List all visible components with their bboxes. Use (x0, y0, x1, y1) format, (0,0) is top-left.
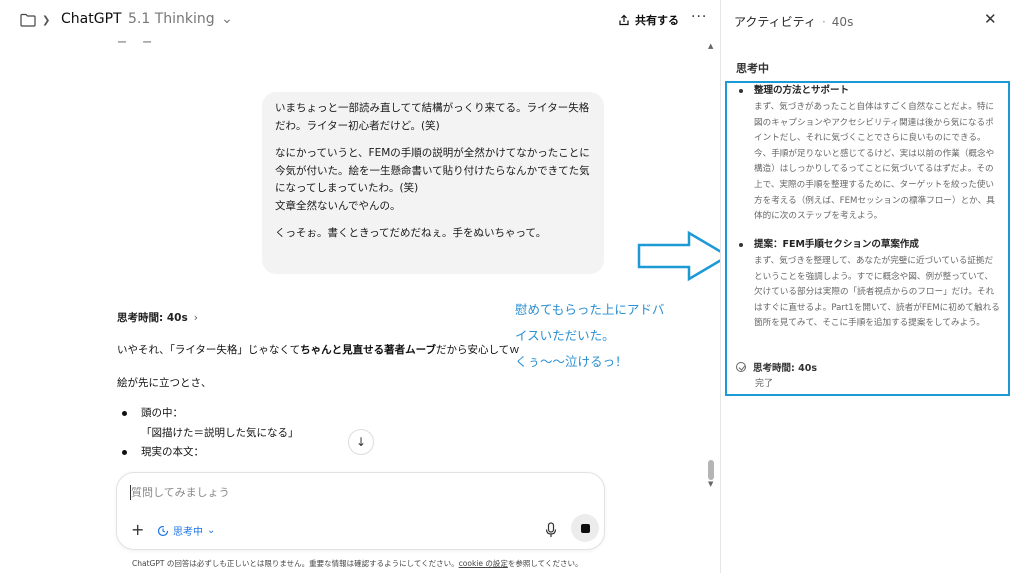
bullet-icon (122, 411, 127, 416)
annotation-line: イスいただいた。 (515, 328, 615, 343)
user-message-paragraph: なにかっていうと、FEMの手順の説明が全然かけてなかったことに今気が付いた。絵を… (275, 147, 590, 212)
bullet-icon (739, 89, 743, 93)
list-item-sub: 「図描けた＝説明した気になる」 (141, 427, 299, 439)
add-attachment-icon[interactable]: + (131, 520, 144, 539)
list-item-label: 頭の中： (141, 407, 183, 419)
share-icon (619, 14, 629, 26)
separator-dot: · (821, 15, 826, 29)
list-item: 現実の本文： (122, 444, 299, 461)
message-composer: + 思考中 ⌄ (116, 472, 605, 550)
disclaimer-part: を参照してください。 (507, 559, 583, 568)
chevron-down-icon: ⌄ (207, 525, 216, 536)
message-input[interactable] (131, 486, 571, 499)
user-message-bubble: いまちょっと一部読み直してて結構がっくり来てる。ライター失格だわ。ライター初心者… (262, 92, 604, 274)
activity-panel-header: アクティビティ · 40s (734, 13, 853, 30)
scroll-up-arrow-icon[interactable]: ▲ (708, 42, 713, 50)
model-version-label: 5.1 Thinking (128, 11, 215, 27)
activity-complete: 思考時間: 40s 完了 (736, 360, 817, 389)
cookie-settings-link[interactable]: cookie の設定 (459, 559, 508, 568)
scrolled-text-fragment: ー ー (117, 38, 159, 49)
activity-item: 整理の方法とサポート まず、気づきがあったこと自体はすごく自然なことだよ。特に図… (739, 84, 1001, 225)
model-selector[interactable]: ChatGPT 5.1 Thinking ⌄ (61, 11, 233, 27)
activity-done-status: 完了 (755, 379, 774, 389)
check-circle-icon (736, 362, 746, 372)
reply-bold-text: ちゃんと見直せる著者ムーブ (300, 344, 436, 356)
assistant-reply-line: 絵が先に立つとさ、 (117, 377, 212, 389)
close-icon[interactable]: ✕ (984, 10, 997, 28)
scrollbar[interactable]: ▲ ▼ (705, 42, 717, 573)
breadcrumb-chevron-icon: ❯ (42, 15, 51, 26)
bullet-icon (739, 243, 743, 247)
top-bar: ❯ ChatGPT 5.1 Thinking ⌄ 共有する ··· (0, 0, 720, 42)
activity-item-heading: 提案：FEM手順セクションの草案作成 (754, 239, 919, 250)
list-item-label: 現実の本文： (141, 446, 204, 458)
annotation-line: 慰めてもらった上にアドバ (515, 302, 665, 317)
activity-panel: アクティビティ · 40s ✕ 思考中 整理の方法とサポート まず、気づきがあったこ… (720, 0, 1024, 573)
thinking-clock-icon (157, 525, 169, 536)
handwritten-annotation: 慰めてもらった上にアドバ イスいただいた。 くぅ〜〜泣けるっ！ (515, 297, 664, 375)
chat-pane: ❯ ChatGPT 5.1 Thinking ⌄ 共有する ··· ー ー いま… (0, 0, 720, 573)
bullet-icon (122, 450, 127, 455)
reply-text: だから安心してｗ (436, 344, 520, 356)
disclaimer-text: ChatGPT の回答は必ずしも正しいとは限りません。重要な情報は確認するように… (132, 558, 582, 569)
share-button[interactable]: 共有する (618, 12, 679, 28)
thinking-time-label: 思考時間: 40s (117, 312, 188, 324)
activity-done-label: 思考時間: 40s (753, 363, 817, 374)
more-options-icon[interactable]: ··· (691, 9, 707, 25)
activity-time: 40s (831, 15, 854, 29)
thinking-time-toggle[interactable]: 思考時間: 40s › (117, 310, 198, 325)
reply-text: いやそれ、「ライター失格」じゃなくて (117, 344, 301, 356)
scroll-to-bottom-button[interactable]: ↓ (348, 429, 374, 455)
stop-generation-button[interactable] (571, 514, 599, 542)
activity-item: 提案：FEM手順セクションの草案作成 まず、気づきを整理して、あなたが完璧に近づ… (739, 238, 1001, 332)
user-message-paragraph: くっそぉ。書くときってだめだねぇ。手をぬいちゃって。 (275, 227, 547, 239)
thinking-mode-label: 思考中 (173, 527, 203, 538)
thinking-mode-selector[interactable]: 思考中 ⌄ (157, 523, 215, 538)
scrollbar-thumb[interactable] (708, 460, 714, 480)
user-message-paragraph: いまちょっと一部読み直してて結構がっくり来てる。ライター失格だわ。ライター初心者… (275, 102, 590, 132)
stop-icon (580, 523, 590, 533)
microphone-icon[interactable] (544, 522, 558, 538)
list-item: 頭の中： (122, 405, 299, 422)
activity-title: アクティビティ (734, 15, 816, 29)
chevron-right-icon: › (193, 312, 198, 324)
share-button-label: 共有する (635, 14, 679, 27)
annotation-arrow-icon (637, 230, 731, 282)
arrow-down-icon: ↓ (355, 435, 367, 449)
chevron-down-icon: ⌄ (221, 11, 233, 27)
assistant-bullet-list: 頭の中： 「図描けた＝説明した気になる」 現実の本文： (122, 405, 299, 461)
disclaimer-part: ChatGPT の回答は必ずしも正しいとは限りません。重要な情報は確認するように… (132, 559, 459, 568)
activity-item-heading: 整理の方法とサポート (754, 85, 850, 96)
activity-status: 思考中 (736, 62, 769, 75)
assistant-reply-line: いやそれ、「ライター失格」じゃなくてちゃんと見直せる著者ムーブだから安心してｗ (117, 342, 520, 357)
scroll-down-arrow-icon[interactable]: ▼ (708, 480, 713, 488)
folder-icon[interactable] (20, 13, 36, 27)
model-name-label: ChatGPT (61, 11, 122, 27)
activity-item-body: まず、気づきを整理して、あなたが完璧に近づいている証拠だということを強調しよう。… (754, 256, 1000, 329)
activity-item-body: まず、気づきがあったこと自体はすごく自然なことだよ。特に図のキャプションやアクセ… (754, 102, 995, 222)
annotation-line: くぅ〜〜泣けるっ！ (515, 354, 628, 369)
